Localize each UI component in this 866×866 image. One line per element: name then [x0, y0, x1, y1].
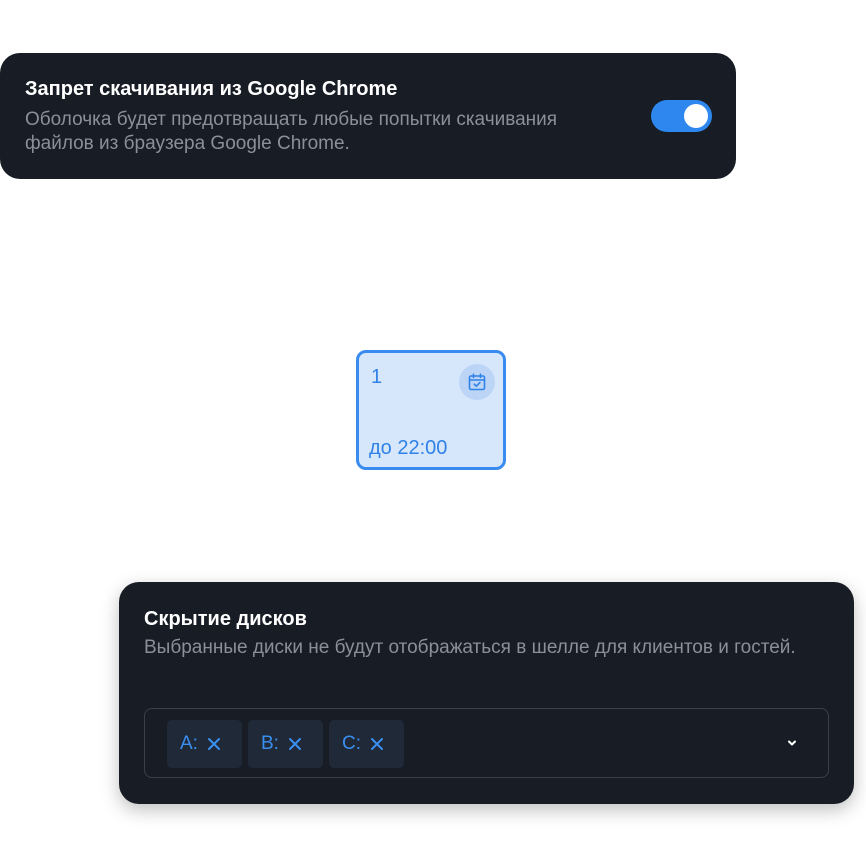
- drive-multiselect[interactable]: A: B: C:: [144, 708, 829, 778]
- drive-chip-label: C:: [342, 733, 361, 754]
- close-icon[interactable]: [288, 737, 302, 751]
- download-ban-description: Оболочка будет предотвращать любые попыт…: [25, 109, 558, 154]
- drive-chip-label: B:: [261, 733, 279, 754]
- chevron-down-icon[interactable]: [786, 737, 798, 749]
- toggle-knob: [684, 104, 708, 128]
- download-ban-toggle[interactable]: [651, 100, 712, 132]
- close-icon[interactable]: [207, 737, 221, 751]
- close-icon[interactable]: [370, 737, 384, 751]
- day-number: 1: [371, 366, 383, 388]
- download-ban-card: Запрет скачивания из Google Chrome Оболо…: [0, 53, 736, 179]
- selected-drives: A: B: C:: [167, 720, 404, 768]
- drive-chip-a: A:: [167, 720, 242, 768]
- hide-drives-description: Выбранные диски не будут отображаться в …: [144, 637, 796, 658]
- drive-chip-b: B:: [248, 720, 323, 768]
- page: Запрет скачивания из Google Chrome Оболо…: [0, 0, 866, 866]
- download-ban-title: Запрет скачивания из Google Chrome: [25, 78, 398, 100]
- day-time-limit: до 22:00: [369, 437, 448, 459]
- hide-drives-card: Скрытие дисков Выбранные диски не будут …: [119, 582, 854, 804]
- calendar-check-icon: [459, 364, 495, 400]
- schedule-day-tile[interactable]: 1 до 22:00: [356, 350, 506, 470]
- drive-chip-c: C:: [329, 720, 404, 768]
- hide-drives-title: Скрытие дисков: [144, 608, 307, 630]
- drive-chip-label: A:: [180, 733, 198, 754]
